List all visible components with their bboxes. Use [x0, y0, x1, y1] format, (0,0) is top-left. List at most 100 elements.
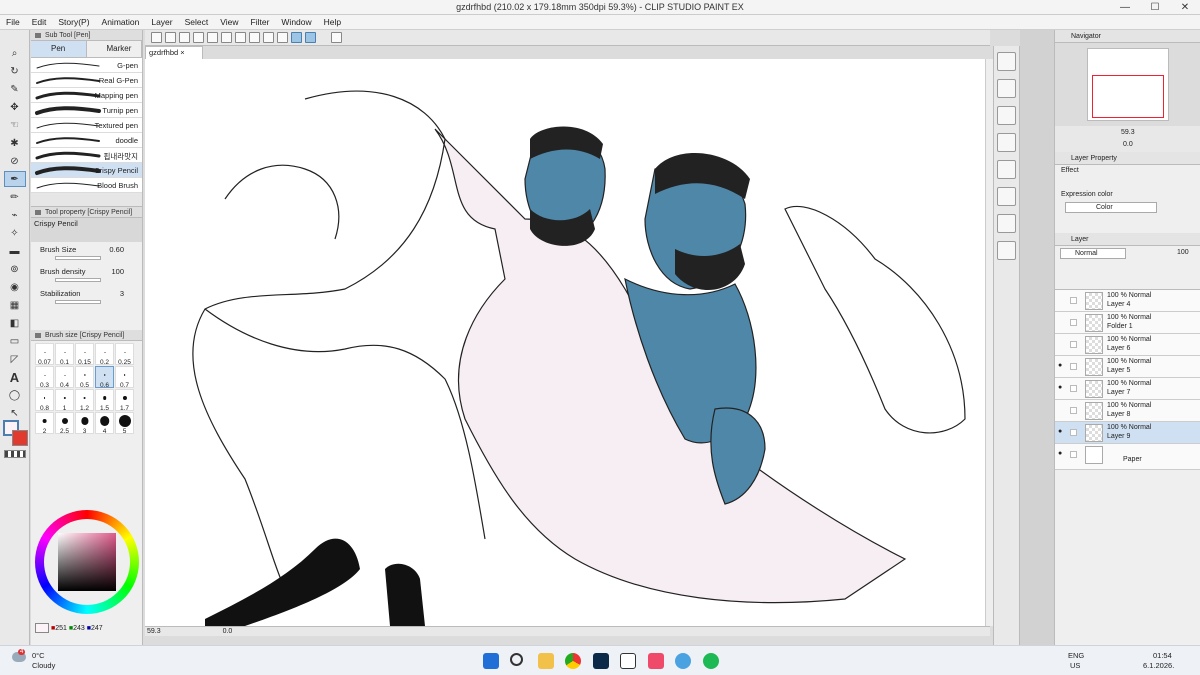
visibility-eye-icon[interactable]: ●: [1058, 384, 1067, 391]
stabilization-slider[interactable]: [55, 300, 101, 304]
search-icon[interactable]: [510, 653, 523, 666]
zoom-tool-icon[interactable]: ⌕: [4, 45, 26, 61]
correct-line-tool-icon[interactable]: ↖: [4, 405, 26, 421]
document-tab[interactable]: gzdrfhbd ×: [145, 46, 203, 59]
menu-select[interactable]: Select: [179, 15, 215, 30]
layer-checkbox[interactable]: [1070, 385, 1077, 392]
history-icon[interactable]: [997, 214, 1016, 233]
save-icon[interactable]: [179, 32, 190, 43]
brush-size-preset[interactable]: 0.2: [95, 343, 114, 366]
redo-icon[interactable]: [207, 32, 218, 43]
clock-time[interactable]: 01:54: [1153, 651, 1172, 660]
ruler-tool-icon[interactable]: ◸: [4, 351, 26, 367]
fill-tool-icon[interactable]: ◉: [4, 279, 26, 295]
file-explorer-icon[interactable]: [538, 653, 554, 669]
eraser-tool-icon[interactable]: ▬: [4, 243, 26, 259]
balloon-tool-icon[interactable]: ◯: [4, 387, 26, 403]
visibility-eye-icon[interactable]: [1058, 297, 1067, 303]
layer-checkbox[interactable]: [1070, 319, 1077, 326]
search-icon[interactable]: [997, 52, 1016, 71]
menu-help[interactable]: Help: [318, 15, 347, 30]
brush-item[interactable]: Crispy Pencil: [31, 163, 142, 178]
brush-size-preset[interactable]: 0.15: [75, 343, 94, 366]
visibility-eye-icon[interactable]: ●: [1058, 428, 1067, 435]
brush-size-preset[interactable]: 1.2: [75, 389, 94, 412]
maximize-button[interactable]: ☐: [1140, 0, 1170, 15]
settings-tool-icon[interactable]: ✱: [4, 135, 26, 151]
brush-item[interactable]: doodle: [31, 133, 142, 148]
open-icon[interactable]: [165, 32, 176, 43]
brush-size-preset[interactable]: 0.3: [35, 366, 54, 389]
saturation-square[interactable]: [58, 533, 116, 591]
clock-date[interactable]: 6.1.2026.: [1143, 661, 1174, 670]
keyboard-lang[interactable]: ENG: [1068, 651, 1084, 660]
navigator-tab[interactable]: Navigator: [1055, 30, 1200, 43]
layer-checkbox[interactable]: [1070, 363, 1077, 370]
snap-grid-icon[interactable]: [305, 32, 316, 43]
brush-density-row[interactable]: Brush density 100: [31, 264, 142, 286]
photoshop-icon[interactable]: [593, 653, 609, 669]
brush-size-preset[interactable]: 0.4: [55, 366, 74, 389]
spotify-icon[interactable]: [703, 653, 719, 669]
airbrush-tool-icon[interactable]: ✧: [4, 225, 26, 241]
canvas-area[interactable]: [145, 59, 990, 626]
layer-row[interactable]: 100 % Normal Layer 6: [1055, 334, 1200, 356]
move-tool-icon[interactable]: ✥: [4, 99, 26, 115]
menu-story[interactable]: Story(P): [52, 15, 95, 30]
layer-checkbox[interactable]: [1070, 341, 1077, 348]
brush-tool-icon[interactable]: ⌁: [4, 207, 26, 223]
canvas-zoom[interactable]: 59.3: [147, 628, 161, 635]
transparent-color-swatch[interactable]: [4, 450, 26, 458]
blend-tool-icon[interactable]: ⊚: [4, 261, 26, 277]
menu-edit[interactable]: Edit: [26, 15, 53, 30]
info-icon[interactable]: [997, 241, 1016, 260]
snap-ruler-icon[interactable]: [277, 32, 288, 43]
keyboard-region[interactable]: US: [1070, 661, 1080, 670]
chrome-icon[interactable]: [565, 653, 581, 669]
brush-size-preset[interactable]: 3: [75, 412, 94, 435]
brush-size-preset[interactable]: 5: [115, 412, 134, 435]
material-mono-icon[interactable]: [997, 133, 1016, 152]
close-button[interactable]: ✕: [1170, 0, 1200, 15]
layer-row[interactable]: 100 % Normal Folder 1: [1055, 312, 1200, 334]
blend-mode-select[interactable]: Normal: [1060, 248, 1126, 259]
brush-item[interactable]: Textured pen: [31, 118, 142, 133]
gradient-tool-icon[interactable]: ▦: [4, 297, 26, 313]
layer-row[interactable]: 100 % Normal Layer 8: [1055, 400, 1200, 422]
navigator-zoom[interactable]: 59.3: [1121, 129, 1135, 136]
layer-property-tab[interactable]: Layer Property: [1055, 152, 1200, 165]
help-icon[interactable]: [331, 32, 342, 43]
visibility-eye-icon[interactable]: ●: [1058, 362, 1067, 369]
layer-row[interactable]: ● 100 % Normal Layer 9: [1055, 422, 1200, 444]
layer-row-paper[interactable]: ● Paper: [1055, 444, 1200, 470]
tab-marker[interactable]: Marker: [87, 41, 142, 57]
visibility-eye-icon[interactable]: [1058, 341, 1067, 347]
new-icon[interactable]: [151, 32, 162, 43]
brush-density-slider[interactable]: [55, 278, 101, 282]
material-icon[interactable]: [997, 79, 1016, 98]
brush-item[interactable]: Turnip pen: [31, 103, 142, 118]
preview-icon[interactable]: [997, 187, 1016, 206]
menu-view[interactable]: View: [214, 15, 244, 30]
color-wheel[interactable]: [35, 510, 139, 614]
brush-size-preset[interactable]: 0.25: [115, 343, 134, 366]
brush-size-preset[interactable]: 0.5: [75, 366, 94, 389]
layer-row[interactable]: 100 % Normal Layer 4: [1055, 290, 1200, 312]
sub-color-swatch[interactable]: [12, 430, 28, 446]
brush-size-preset[interactable]: 1: [55, 389, 74, 412]
visibility-eye-icon[interactable]: [1058, 319, 1067, 325]
brush-item[interactable]: Blood Brush: [31, 178, 142, 193]
transform-icon[interactable]: [235, 32, 246, 43]
brush-size-preset[interactable]: 0.1: [55, 343, 74, 366]
brush-item[interactable]: Mapping pen: [31, 88, 142, 103]
brush-size-preset[interactable]: 2.5: [55, 412, 74, 435]
brush-size-preset[interactable]: 0.8: [35, 389, 54, 412]
frame-tool-icon[interactable]: ▭: [4, 333, 26, 349]
windows-start-icon[interactable]: [483, 653, 499, 669]
clip-studio-icon[interactable]: [620, 653, 636, 669]
layer-checkbox[interactable]: [1070, 407, 1077, 414]
navigator-viewframe[interactable]: [1092, 75, 1164, 118]
expression-color-select[interactable]: Color: [1065, 202, 1157, 213]
layer-checkbox[interactable]: [1070, 297, 1077, 304]
menu-layer[interactable]: Layer: [145, 15, 178, 30]
